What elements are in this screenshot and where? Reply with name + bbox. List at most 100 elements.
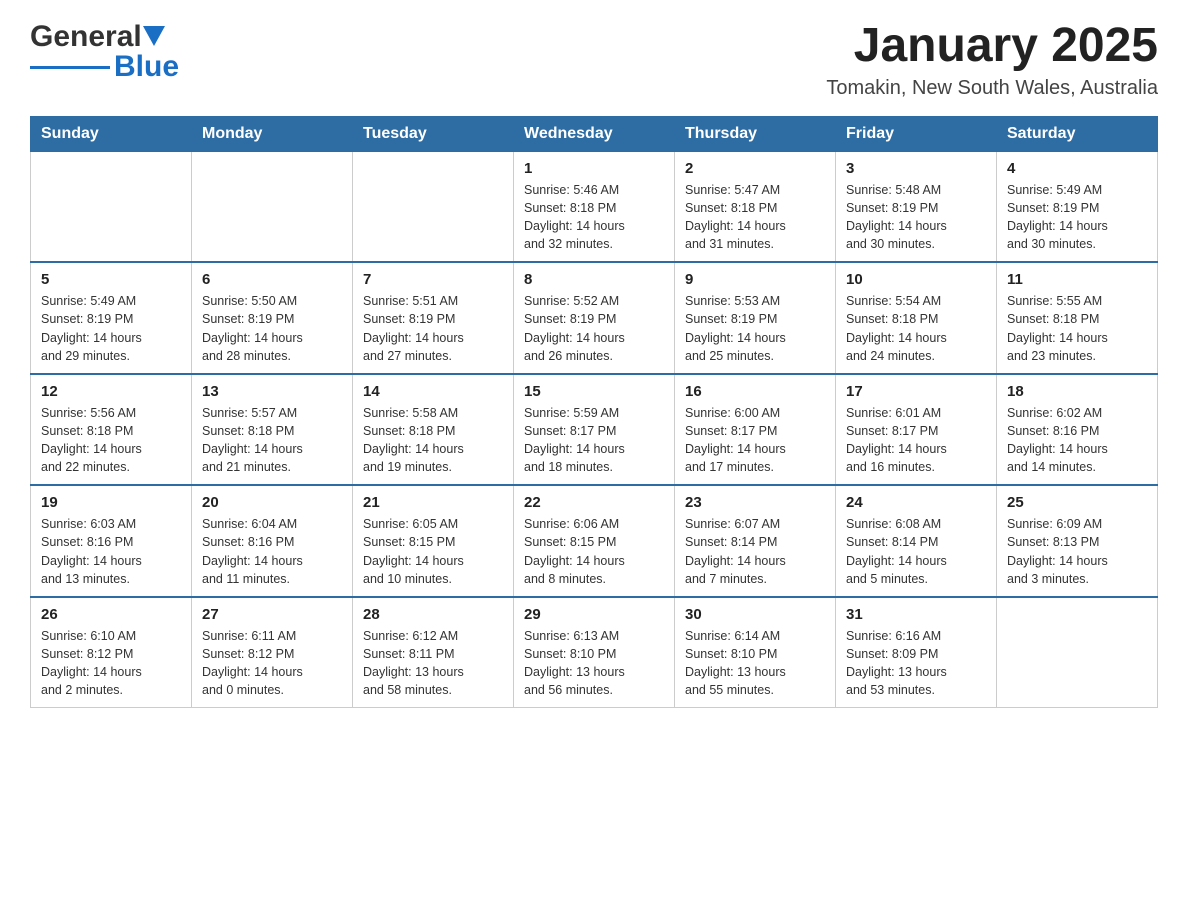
day-number: 4 [1007,160,1147,177]
day-info: Sunrise: 5:59 AM Sunset: 8:17 PM Dayligh… [524,404,664,477]
day-number: 22 [524,494,664,511]
table-row: 4 Sunrise: 5:49 AM Sunset: 8:19 PM Daylig… [997,151,1158,262]
day-number: 29 [524,606,664,623]
day-info: Sunrise: 6:11 AM Sunset: 8:12 PM Dayligh… [202,627,342,700]
table-row [31,151,192,262]
day-info: Sunrise: 5:53 AM Sunset: 8:19 PM Dayligh… [685,292,825,365]
col-friday: Friday [836,116,997,151]
day-info: Sunrise: 5:46 AM Sunset: 8:18 PM Dayligh… [524,181,664,254]
col-monday: Monday [192,116,353,151]
day-info: Sunrise: 6:08 AM Sunset: 8:14 PM Dayligh… [846,515,986,588]
logo-triangle-icon [143,26,165,46]
col-wednesday: Wednesday [514,116,675,151]
day-number: 25 [1007,494,1147,511]
day-number: 28 [363,606,503,623]
table-row: 1 Sunrise: 5:46 AM Sunset: 8:18 PM Daylig… [514,151,675,262]
table-row: 30 Sunrise: 6:14 AM Sunset: 8:10 PM Dayli… [675,597,836,708]
table-row: 8Sunrise: 5:52 AM Sunset: 8:19 PM Daylig… [514,262,675,374]
day-number: 20 [202,494,342,511]
day-info: Sunrise: 5:55 AM Sunset: 8:18 PM Dayligh… [1007,292,1147,365]
col-saturday: Saturday [997,116,1158,151]
day-info: Sunrise: 6:07 AM Sunset: 8:14 PM Dayligh… [685,515,825,588]
table-row: 21 Sunrise: 6:05 AM Sunset: 8:15 PM Dayli… [353,485,514,597]
day-number: 30 [685,606,825,623]
day-info: Sunrise: 6:05 AM Sunset: 8:15 PM Dayligh… [363,515,503,588]
day-number: 9 [685,271,825,288]
table-row [353,151,514,262]
logo-underline [30,66,110,69]
table-row: 26Sunrise: 6:10 AM Sunset: 8:12 PM Dayli… [31,597,192,708]
day-number: 14 [363,383,503,400]
day-info: Sunrise: 6:00 AM Sunset: 8:17 PM Dayligh… [685,404,825,477]
header: General Blue January 2025 Tomakin, New S… [30,20,1158,100]
table-row: 9 Sunrise: 5:53 AM Sunset: 8:19 PM Daylig… [675,262,836,374]
day-info: Sunrise: 5:48 AM Sunset: 8:19 PM Dayligh… [846,181,986,254]
day-info: Sunrise: 5:52 AM Sunset: 8:19 PM Dayligh… [524,292,664,365]
table-row: 15 Sunrise: 5:59 AM Sunset: 8:17 PM Dayli… [514,374,675,486]
day-info: Sunrise: 6:02 AM Sunset: 8:16 PM Dayligh… [1007,404,1147,477]
day-number: 18 [1007,383,1147,400]
day-info: Sunrise: 5:49 AM Sunset: 8:19 PM Dayligh… [1007,181,1147,254]
table-row: 18 Sunrise: 6:02 AM Sunset: 8:16 PM Dayli… [997,374,1158,486]
table-row: 10 Sunrise: 5:54 AM Sunset: 8:18 PM Dayli… [836,262,997,374]
day-info: Sunrise: 6:04 AM Sunset: 8:16 PM Dayligh… [202,515,342,588]
table-row: 28 Sunrise: 6:12 AM Sunset: 8:11 PM Dayli… [353,597,514,708]
day-number: 3 [846,160,986,177]
table-row: 23Sunrise: 6:07 AM Sunset: 8:14 PM Dayli… [675,485,836,597]
day-number: 1 [524,160,664,177]
day-number: 27 [202,606,342,623]
day-info: Sunrise: 5:50 AM Sunset: 8:19 PM Dayligh… [202,292,342,365]
day-info: Sunrise: 6:13 AM Sunset: 8:10 PM Dayligh… [524,627,664,700]
calendar-table: Sunday Monday Tuesday Wednesday Thursday… [30,116,1158,709]
day-number: 31 [846,606,986,623]
table-row: 7Sunrise: 5:51 AM Sunset: 8:19 PM Daylig… [353,262,514,374]
day-number: 21 [363,494,503,511]
day-number: 6 [202,271,342,288]
table-row: 29 Sunrise: 6:13 AM Sunset: 8:10 PM Dayli… [514,597,675,708]
table-row [192,151,353,262]
day-number: 17 [846,383,986,400]
logo-text-general: General [30,20,142,54]
table-row: 20 Sunrise: 6:04 AM Sunset: 8:16 PM Dayli… [192,485,353,597]
table-row: 11 Sunrise: 5:55 AM Sunset: 8:18 PM Dayli… [997,262,1158,374]
day-info: Sunrise: 5:56 AM Sunset: 8:18 PM Dayligh… [41,404,181,477]
table-row: 6 Sunrise: 5:50 AM Sunset: 8:19 PM Daylig… [192,262,353,374]
day-number: 11 [1007,271,1147,288]
table-row: 13Sunrise: 5:57 AM Sunset: 8:18 PM Dayli… [192,374,353,486]
day-info: Sunrise: 6:09 AM Sunset: 8:13 PM Dayligh… [1007,515,1147,588]
day-info: Sunrise: 6:12 AM Sunset: 8:11 PM Dayligh… [363,627,503,700]
day-info: Sunrise: 5:51 AM Sunset: 8:19 PM Dayligh… [363,292,503,365]
day-number: 24 [846,494,986,511]
day-number: 2 [685,160,825,177]
table-row: 2Sunrise: 5:47 AM Sunset: 8:18 PM Daylig… [675,151,836,262]
day-number: 12 [41,383,181,400]
day-info: Sunrise: 6:14 AM Sunset: 8:10 PM Dayligh… [685,627,825,700]
day-info: Sunrise: 6:06 AM Sunset: 8:15 PM Dayligh… [524,515,664,588]
day-number: 13 [202,383,342,400]
table-row: 12 Sunrise: 5:56 AM Sunset: 8:18 PM Dayli… [31,374,192,486]
day-number: 10 [846,271,986,288]
table-row: 25 Sunrise: 6:09 AM Sunset: 8:13 PM Dayli… [997,485,1158,597]
table-row: 3 Sunrise: 5:48 AM Sunset: 8:19 PM Daylig… [836,151,997,262]
day-info: Sunrise: 5:54 AM Sunset: 8:18 PM Dayligh… [846,292,986,365]
table-row: 17 Sunrise: 6:01 AM Sunset: 8:17 PM Dayli… [836,374,997,486]
table-row: 31 Sunrise: 6:16 AM Sunset: 8:09 PM Dayli… [836,597,997,708]
day-info: Sunrise: 6:16 AM Sunset: 8:09 PM Dayligh… [846,627,986,700]
day-info: Sunrise: 6:03 AM Sunset: 8:16 PM Dayligh… [41,515,181,588]
logo-text-blue: Blue [114,50,179,84]
page-subtitle: Tomakin, New South Wales, Australia [826,77,1158,100]
day-number: 5 [41,271,181,288]
table-row [997,597,1158,708]
table-row: 27 Sunrise: 6:11 AM Sunset: 8:12 PM Dayli… [192,597,353,708]
table-row: 24 Sunrise: 6:08 AM Sunset: 8:14 PM Dayli… [836,485,997,597]
col-thursday: Thursday [675,116,836,151]
page-title: January 2025 [826,20,1158,73]
calendar-header-row: Sunday Monday Tuesday Wednesday Thursday… [31,116,1158,151]
title-area: January 2025 Tomakin, New South Wales, A… [826,20,1158,100]
day-number: 15 [524,383,664,400]
table-row: 19Sunrise: 6:03 AM Sunset: 8:16 PM Dayli… [31,485,192,597]
table-row: 16Sunrise: 6:00 AM Sunset: 8:17 PM Dayli… [675,374,836,486]
col-tuesday: Tuesday [353,116,514,151]
day-info: Sunrise: 6:01 AM Sunset: 8:17 PM Dayligh… [846,404,986,477]
day-info: Sunrise: 6:10 AM Sunset: 8:12 PM Dayligh… [41,627,181,700]
